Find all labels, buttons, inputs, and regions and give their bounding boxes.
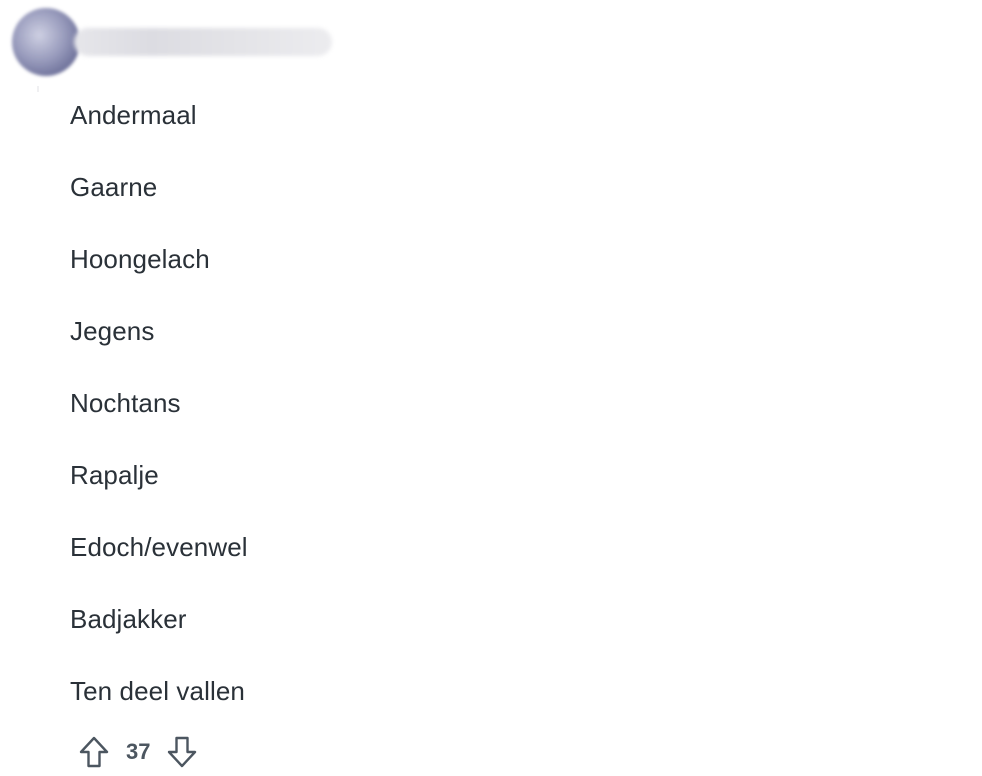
comment: Andermaal Gaarne Hoongelach Jegens Nocht… [0,0,982,776]
comment-line: Ten deel vallen [70,676,245,706]
upvote-button[interactable] [76,732,112,772]
comment-body: Andermaal Gaarne Hoongelach Jegens Nocht… [70,97,248,745]
comment-line: Andermaal [70,100,197,130]
comment-line: Jegens [70,316,155,346]
comment-line: Edoch/evenwel [70,532,248,562]
comment-header [12,8,352,76]
username-redacted[interactable] [74,28,332,56]
comment-line: Hoongelach [70,244,210,274]
comment-line: Nochtans [70,388,181,418]
vote-bar: 37 [76,732,200,772]
arrow-up-outline-icon [79,736,109,768]
arrow-down-outline-icon [168,736,197,768]
vote-score: 37 [126,739,151,764]
comment-line: Rapalje [70,460,159,490]
avatar[interactable] [12,8,80,76]
comment-line: Gaarne [70,172,158,202]
downvote-button[interactable] [164,732,200,772]
thread-line[interactable] [37,86,39,92]
comment-line: Badjakker [70,604,187,634]
